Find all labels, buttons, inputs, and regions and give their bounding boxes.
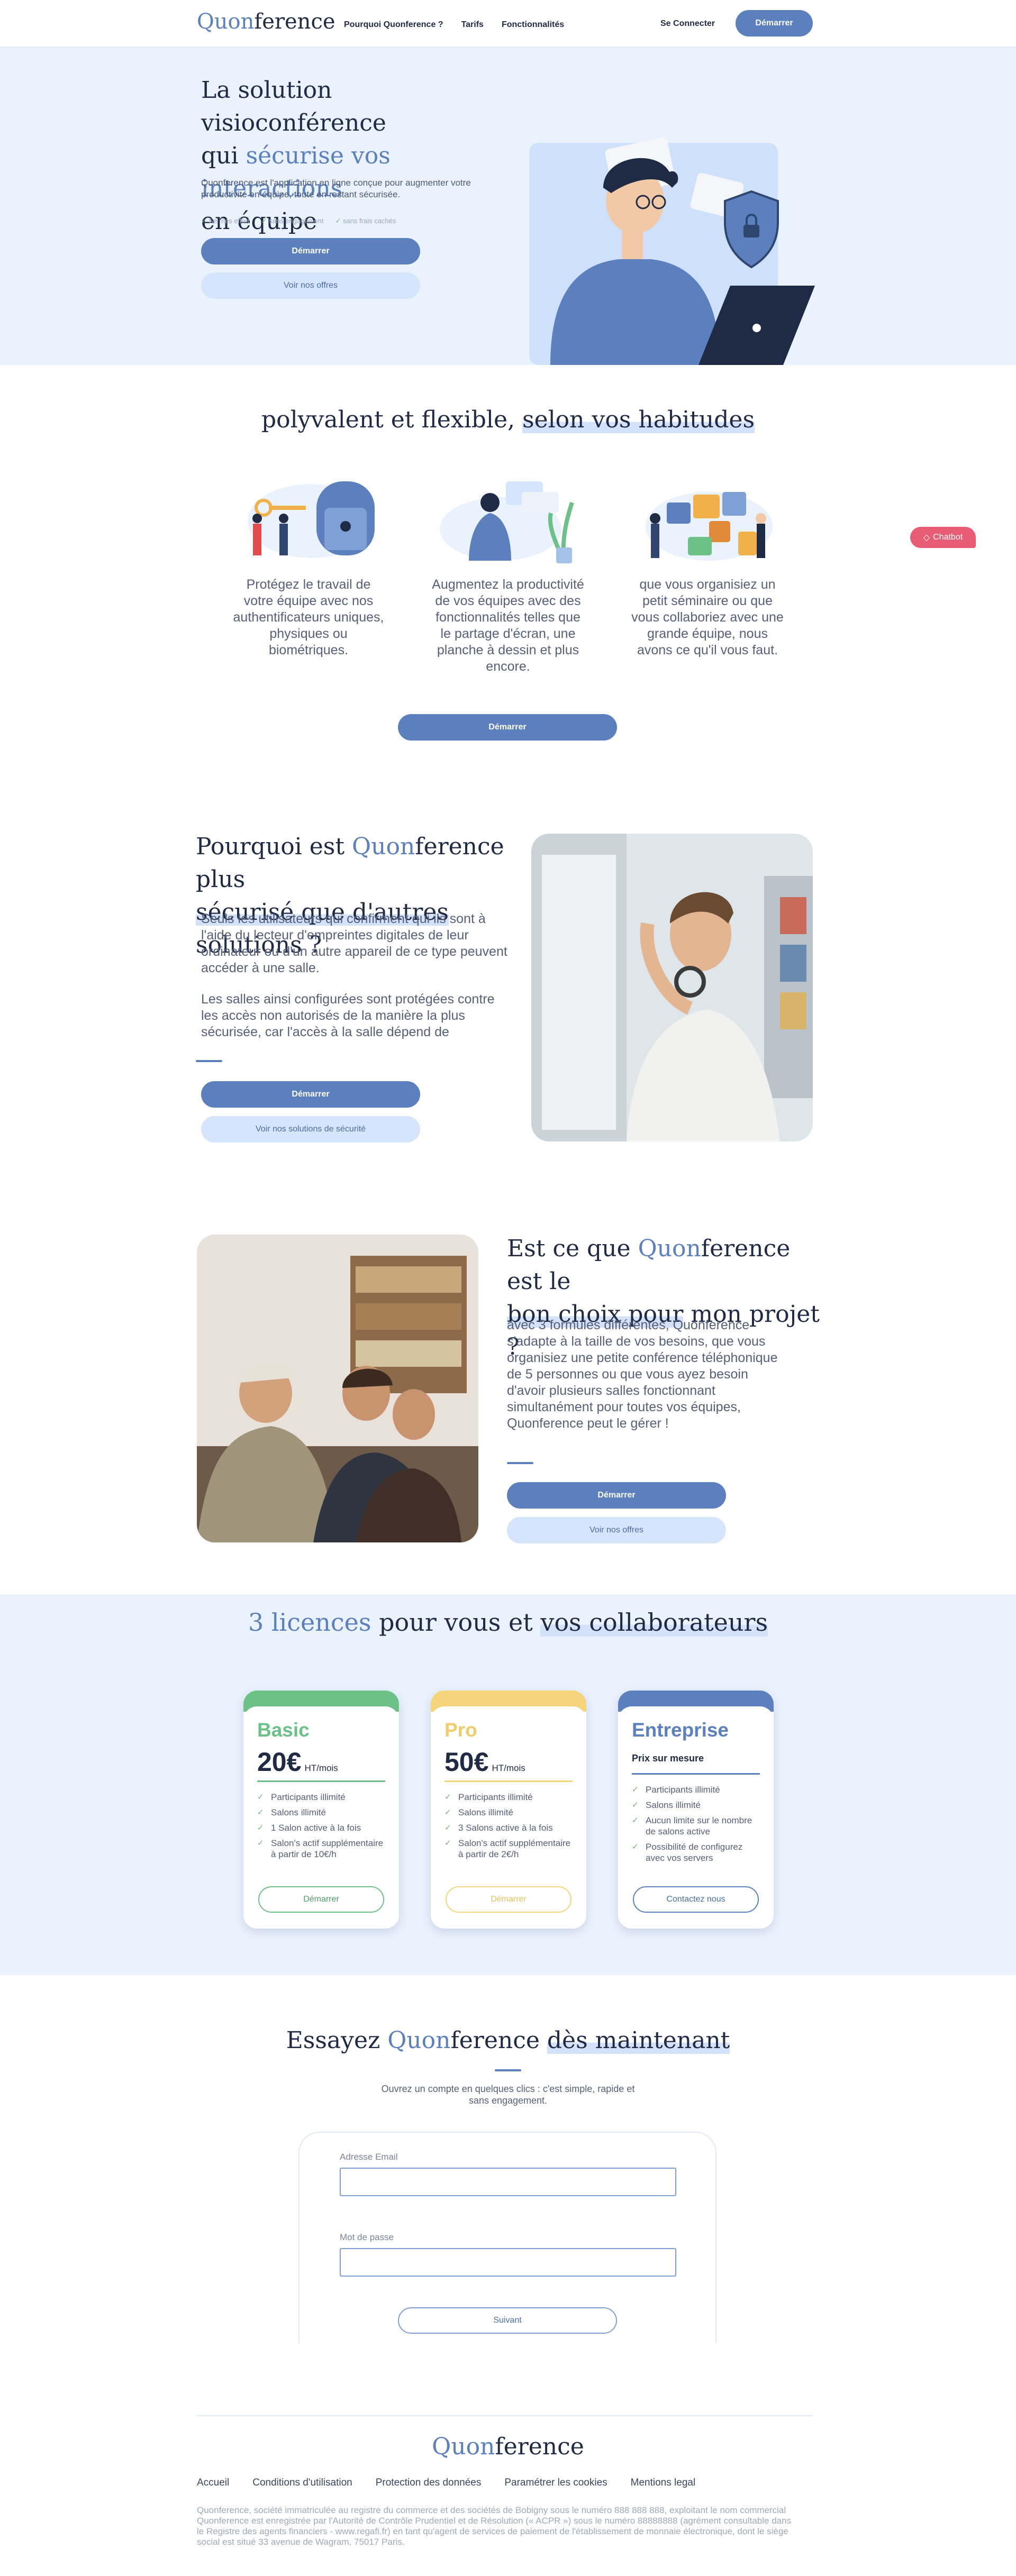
- hero-offers-button[interactable]: Voir nos offres: [201, 272, 420, 299]
- plan-price: 20€ HT/mois: [257, 1747, 338, 1777]
- pro-start-button[interactable]: Démarrer: [446, 1886, 572, 1913]
- footer-logo[interactable]: Quonference: [0, 2433, 1016, 2460]
- footer-link-protection[interactable]: Protection des données: [376, 2477, 482, 2489]
- logo[interactable]: Quonference: [197, 10, 335, 34]
- plan-features: Participants illimité Salons illimité 3 …: [444, 1792, 573, 1860]
- site-header: Quonference Pourquoi Quonference ? Tarif…: [0, 0, 1016, 48]
- email-label: Adresse Email: [340, 2152, 398, 2162]
- nav-pourquoi[interactable]: Pourquoi Quonference ?: [344, 20, 443, 30]
- basic-start-button[interactable]: Démarrer: [258, 1886, 384, 1913]
- poly-title: polyvalent et flexible, selon vos habitu…: [261, 406, 755, 433]
- hero-illustration: [529, 137, 815, 365]
- try-subtitle: Ouvrez un compte en quelques clics : c'e…: [381, 2084, 635, 2106]
- hero-checklist: Se mes effort sans engagement sans frais…: [201, 217, 396, 225]
- hero-section: [0, 48, 1016, 365]
- team-laughing-photo: [197, 1235, 478, 1542]
- password-label: Mot de passe: [340, 2232, 394, 2242]
- whiteboard-photo: [531, 834, 813, 1141]
- plan-price: 50€ HT/mois: [444, 1747, 525, 1777]
- feature-text-security: Protégez le travail de votre équipe avec…: [233, 577, 384, 657]
- feature-text-scale: que vous organisiez un petit séminaire o…: [631, 577, 784, 657]
- plan-card-pro: Pro 50€HT/mois Participants illimité Sal…: [431, 1691, 586, 1929]
- security-solutions-button[interactable]: Voir nos solutions de sécurité: [201, 1116, 420, 1143]
- hero-title: La solution visioconférence qui sécurise…: [201, 77, 391, 235]
- plan-price-label: Prix sur mesure: [632, 1753, 704, 1764]
- hero-start-button[interactable]: Démarrer: [201, 238, 420, 264]
- footer-link-conditions[interactable]: Conditions d'utilisation: [252, 2477, 352, 2489]
- chatbot-button[interactable]: ◇ Chatbot: [910, 527, 976, 548]
- licences-title: 3 licences pour vous et vos collaborateu…: [248, 1608, 768, 1637]
- hero-check-item: sans engagement: [261, 217, 323, 225]
- choice-text: avec 3 formules différentes, Quonference…: [507, 1318, 778, 1431]
- footer-link-accueil[interactable]: Accueil: [197, 2477, 229, 2489]
- feature-text-productivity: Augmentez la productivité de vos équipes…: [432, 577, 584, 674]
- try-divider: [495, 2069, 521, 2071]
- choice-divider: [507, 1462, 533, 1464]
- plan-card-entreprise: Entreprise Prix sur mesure Participants …: [618, 1691, 774, 1929]
- login-link[interactable]: Se Connecter: [660, 19, 715, 29]
- email-field[interactable]: [340, 2168, 676, 2196]
- password-field[interactable]: [340, 2248, 676, 2277]
- hero-check-item: Se mes effort: [201, 217, 250, 225]
- team-puzzle-illustration: [646, 492, 773, 561]
- footer-link-mentions[interactable]: Mentions legal: [631, 2477, 696, 2489]
- page: Quonference Pourquoi Quonference ? Tarif…: [0, 0, 1016, 2576]
- try-title: Essayez Quonference dès maintenant: [286, 2027, 730, 2054]
- why-text: Seuls les utilisateurs qui confirment qu…: [201, 911, 507, 1039]
- choice-offers-button[interactable]: Voir nos offres: [507, 1517, 726, 1543]
- next-button[interactable]: Suivant: [398, 2307, 617, 2334]
- plan-features: Participants illimité Salons illimité Au…: [632, 1784, 760, 1864]
- nav-fonctionnalites[interactable]: Fonctionnalités: [502, 20, 564, 30]
- hero-check-item: sans frais cachés: [335, 217, 396, 225]
- security-illustration: [248, 481, 375, 558]
- why-start-button[interactable]: Démarrer: [201, 1081, 420, 1108]
- plan-name: Basic: [257, 1719, 310, 1741]
- plan-card-basic: Basic 20€HT/mois Participants illimité S…: [243, 1691, 399, 1929]
- footer-legal-text: Quonference, société immatriculée au reg…: [197, 2505, 792, 2547]
- footer-link-cookies[interactable]: Paramétrer les cookies: [504, 2477, 607, 2489]
- plan-name: Entreprise: [632, 1719, 729, 1741]
- chat-icon: ◇: [923, 533, 930, 542]
- contact-button[interactable]: Contactez nous: [633, 1886, 759, 1913]
- productivity-illustration: [440, 481, 574, 563]
- hero-description: Quonference est l'application en ligne c…: [201, 178, 471, 199]
- plan-features: Participants illimité Salons illimité 1 …: [257, 1792, 385, 1860]
- header-start-button[interactable]: Démarrer: [736, 10, 813, 36]
- footer-links: Accueil Conditions d'utilisation Protect…: [197, 2477, 695, 2489]
- why-divider: [196, 1060, 222, 1062]
- footer-divider: [197, 2415, 813, 2416]
- choice-start-button[interactable]: Démarrer: [507, 1482, 726, 1509]
- poly-start-button[interactable]: Démarrer: [398, 714, 617, 741]
- plan-name: Pro: [444, 1719, 477, 1741]
- nav-tarifs[interactable]: Tarifs: [461, 20, 484, 30]
- main-nav: Pourquoi Quonference ? Tarifs Fonctionna…: [344, 20, 564, 30]
